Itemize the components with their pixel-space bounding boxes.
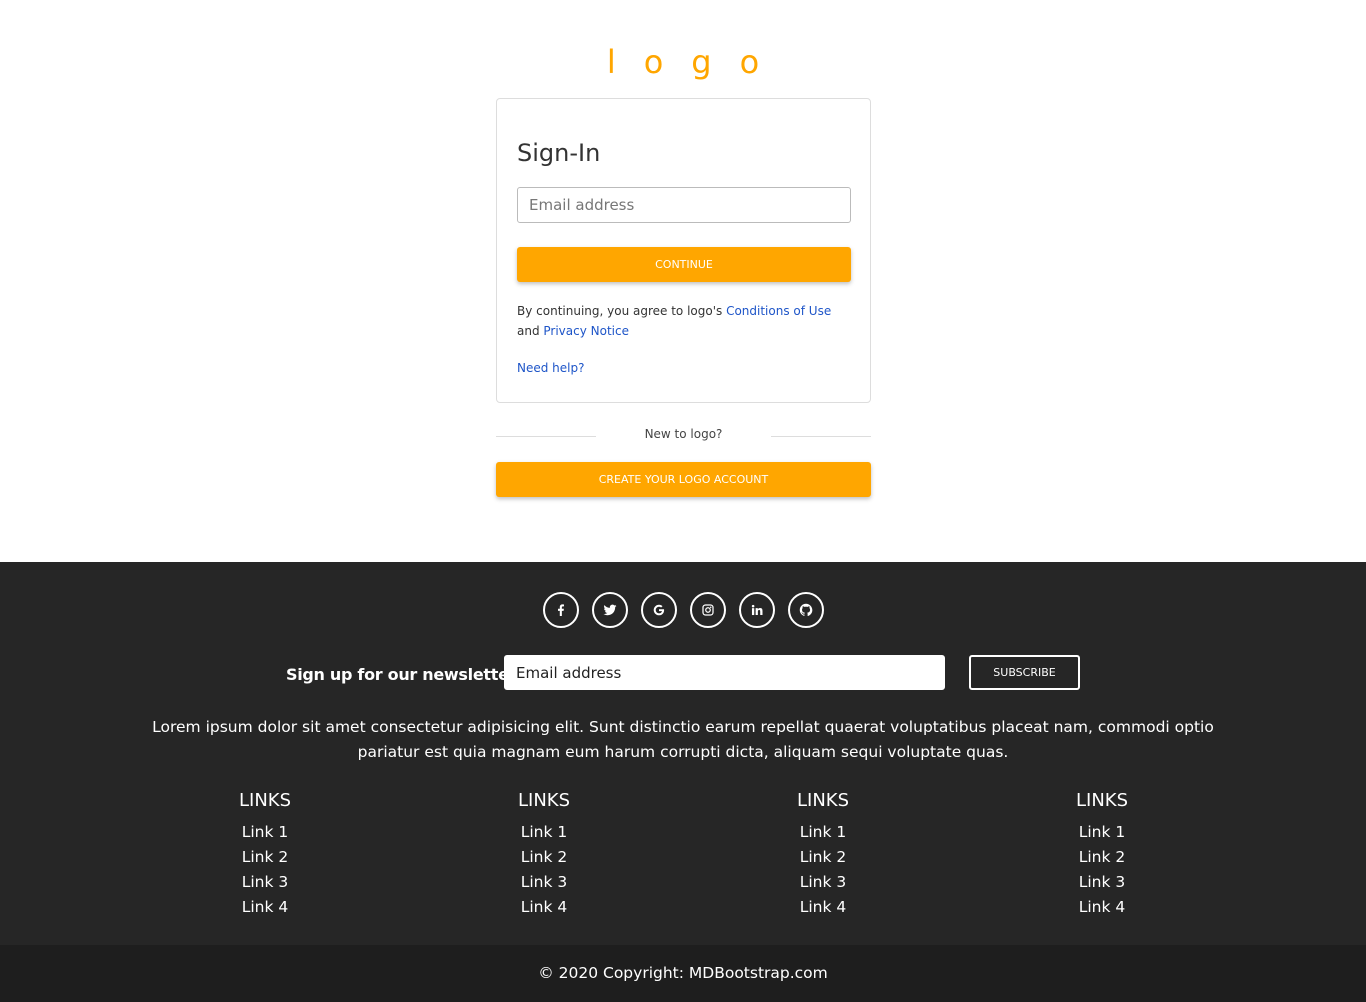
subscribe-button[interactable]: SUBSCRIBE xyxy=(969,655,1080,690)
privacy-notice-link[interactable]: Privacy Notice xyxy=(543,324,629,338)
conditions-of-use-link[interactable]: Conditions of Use xyxy=(726,304,831,318)
newsletter-label: Sign up for our newsletter xyxy=(286,665,517,684)
logo[interactable]: logo xyxy=(0,40,1366,84)
newsletter-email-input[interactable] xyxy=(504,655,945,690)
email-input[interactable] xyxy=(517,187,851,223)
social-icons xyxy=(0,592,1366,628)
links-column-3: LINKS Link 1 Link 2 Link 3 Link 4 xyxy=(723,789,923,920)
google-icon[interactable] xyxy=(640,592,677,628)
footer-link-1[interactable]: Link 1 xyxy=(242,823,289,841)
footer-link-2[interactable]: Link 2 xyxy=(800,848,847,866)
footer-link-1[interactable]: Link 1 xyxy=(800,823,847,841)
footer-link-1[interactable]: Link 1 xyxy=(521,823,568,841)
create-account-button[interactable]: CREATE YOUR LOGO ACCOUNT xyxy=(496,462,871,497)
links-heading: LINKS xyxy=(796,790,850,811)
footer-description: Lorem ipsum dolor sit amet consectetur a… xyxy=(152,718,1214,761)
instagram-icon[interactable] xyxy=(689,592,726,628)
signin-title: Sign-In xyxy=(517,139,601,167)
links-column-2: LINKS Link 1 Link 2 Link 3 Link 4 xyxy=(444,789,644,920)
footer-link-4[interactable]: Link 4 xyxy=(1079,898,1126,916)
links-column-4: LINKS Link 1 Link 2 Link 3 Link 4 xyxy=(1002,789,1202,920)
copyright-bar: © 2020 Copyright: MDBootstrap.com xyxy=(0,945,1366,1002)
links-heading: LINKS xyxy=(238,790,292,811)
github-icon[interactable] xyxy=(787,592,824,628)
footer-link-3[interactable]: Link 3 xyxy=(1079,873,1126,891)
footer-link-2[interactable]: Link 2 xyxy=(521,848,568,866)
terms-prefix: By continuing, you agree to logo's xyxy=(517,304,727,318)
main-area: logo Sign-In CONTINUE By continuing, you… xyxy=(0,0,1366,562)
terms-and: and xyxy=(517,324,544,338)
footer-link-4[interactable]: Link 4 xyxy=(242,898,289,916)
footer-link-3[interactable]: Link 3 xyxy=(521,873,568,891)
signin-card: Sign-In CONTINUE By continuing, you agre… xyxy=(496,98,871,403)
footer-link-4[interactable]: Link 4 xyxy=(521,898,568,916)
footer-link-2[interactable]: Link 2 xyxy=(242,848,289,866)
footer: Sign up for our newsletter SUBSCRIBE Lor… xyxy=(0,562,1366,945)
divider-line-right xyxy=(771,436,871,437)
footer-link-3[interactable]: Link 3 xyxy=(800,873,847,891)
footer-link-3[interactable]: Link 3 xyxy=(242,873,289,891)
new-account-divider: New to logo? xyxy=(496,426,871,446)
copyright-text: © 2020 Copyright: MDBootstrap.com xyxy=(538,964,828,982)
footer-link-4[interactable]: Link 4 xyxy=(800,898,847,916)
facebook-icon[interactable] xyxy=(542,592,579,628)
links-column-1: LINKS Link 1 Link 2 Link 3 Link 4 xyxy=(165,789,365,920)
links-heading: LINKS xyxy=(1075,790,1129,811)
need-help-link[interactable]: Need help? xyxy=(517,361,584,375)
footer-link-2[interactable]: Link 2 xyxy=(1079,848,1126,866)
twitter-icon[interactable] xyxy=(591,592,628,628)
linkedin-icon[interactable] xyxy=(738,592,775,628)
terms-text: By continuing, you agree to logo's Condi… xyxy=(517,301,857,341)
links-heading: LINKS xyxy=(517,790,571,811)
footer-link-1[interactable]: Link 1 xyxy=(1079,823,1126,841)
divider-text: New to logo? xyxy=(644,427,723,441)
continue-button[interactable]: CONTINUE xyxy=(517,247,851,282)
